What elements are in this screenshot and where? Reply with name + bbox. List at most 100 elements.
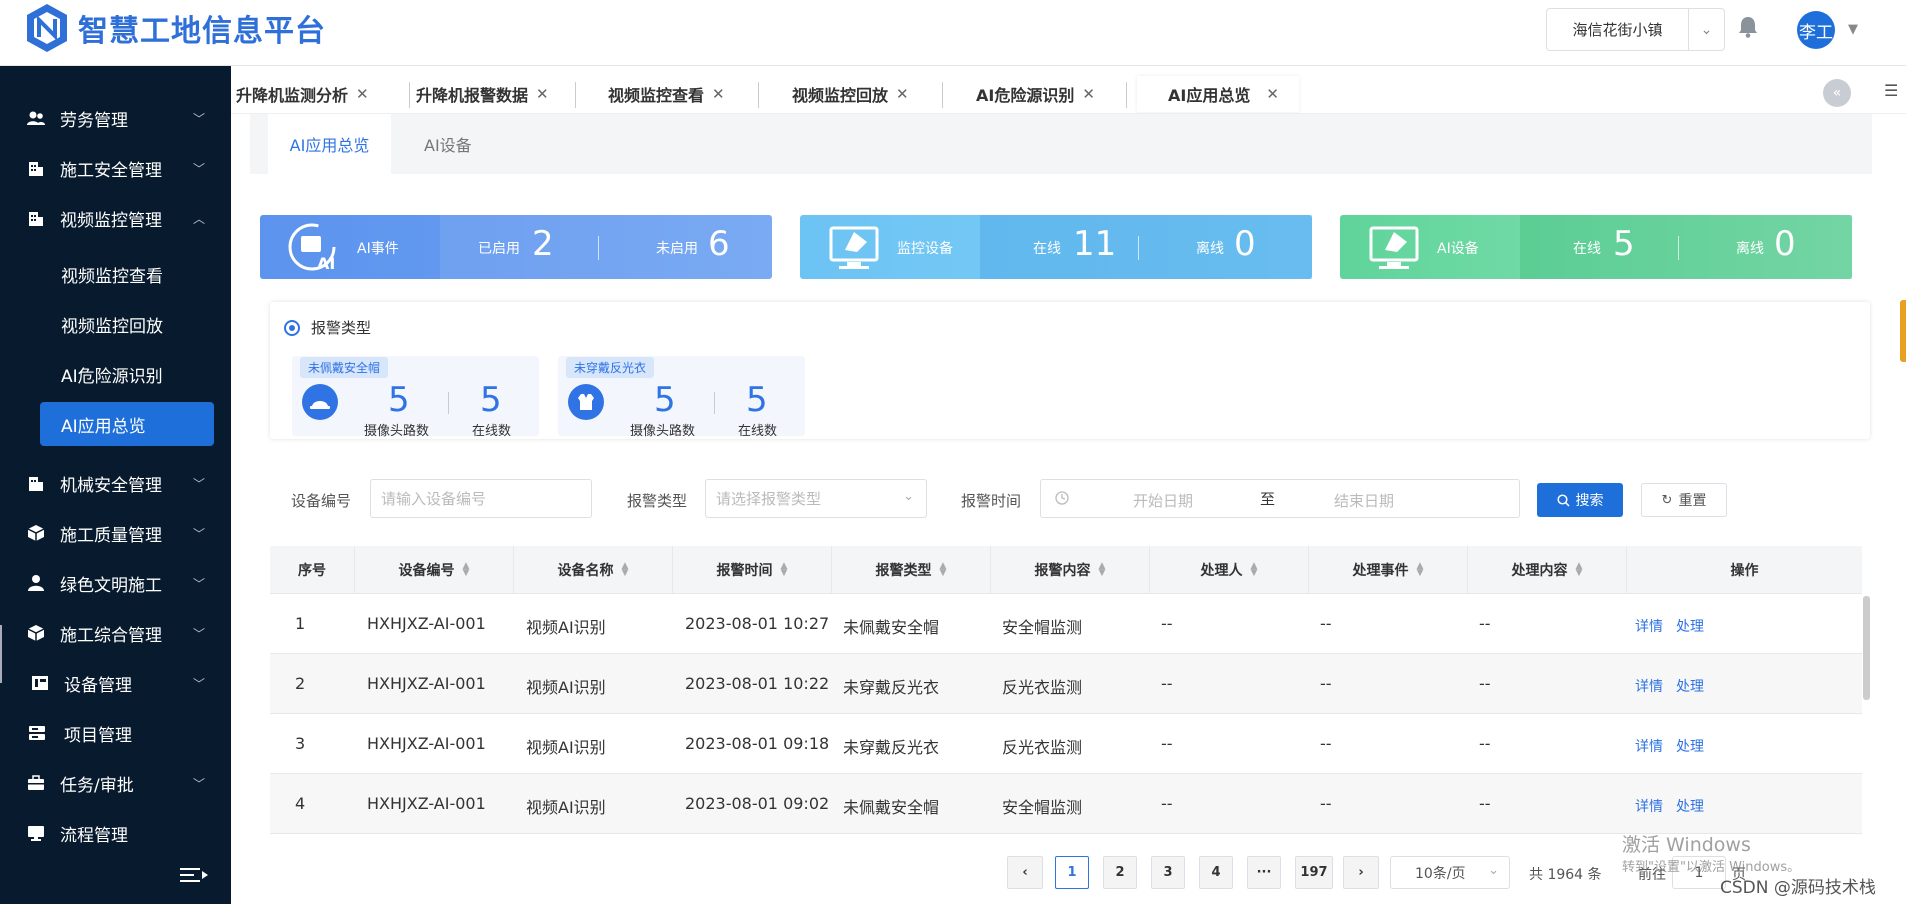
sort-icon[interactable]: ▲▼ xyxy=(622,563,629,577)
page-button-1[interactable]: 1 xyxy=(1055,856,1089,889)
tab-ai-hazard[interactable]: AI危险源识别✕ xyxy=(976,76,1095,112)
device-code-input[interactable]: 请输入设备编号 xyxy=(370,479,592,518)
sort-icon[interactable]: ▲▼ xyxy=(1251,563,1258,577)
column-header-event[interactable]: 处理事件▲▼ xyxy=(1309,546,1468,594)
project-select[interactable]: 海信花街小镇 ⌄ xyxy=(1546,8,1725,51)
card-label-online: 在线 xyxy=(1033,238,1061,258)
column-header-label: 报警内容 xyxy=(1035,560,1091,580)
alarm-card-vest[interactable]: 未穿戴反光衣 5 摄像头路数 5 在线数 xyxy=(558,356,805,436)
detail-link[interactable]: 详情 xyxy=(1635,736,1663,756)
sidebar-item-general[interactable]: 施工综合管理 ﹀ xyxy=(0,611,231,655)
handle-link[interactable]: 处理 xyxy=(1676,736,1704,756)
close-icon[interactable]: ✕ xyxy=(356,85,369,103)
menu-fold-icon[interactable] xyxy=(180,866,208,884)
page-button-4[interactable]: 4 xyxy=(1199,856,1233,889)
reset-button[interactable]: ↻ 重置 xyxy=(1641,483,1727,517)
sidebar-item-label: 施工综合管理 xyxy=(60,621,162,646)
server-icon xyxy=(28,724,46,742)
sidebar-subitem-ai-overview[interactable]: AI应用总览 xyxy=(40,402,214,446)
user-avatar[interactable]: 李工 xyxy=(1797,11,1835,49)
sidebar-item-quality[interactable]: 施工质量管理 ﹀ xyxy=(0,511,231,555)
user-menu-caret-icon[interactable]: ▼ xyxy=(1848,22,1858,37)
column-header-code[interactable]: 设备编号▲▼ xyxy=(355,546,514,594)
page-size-select[interactable]: 10条/页 ⌄ xyxy=(1390,856,1510,889)
sidebar-item-green[interactable]: 绿色文明施工 ﹀ xyxy=(0,561,231,605)
cell-type: 未佩戴安全帽 xyxy=(843,794,939,818)
close-icon[interactable]: ✕ xyxy=(712,85,725,103)
column-header-name[interactable]: 设备名称▲▼ xyxy=(514,546,673,594)
sidebar-item-labor[interactable]: 劳务管理 ﹀ xyxy=(0,96,231,140)
tab-hoist-alarm[interactable]: 升降机报警数据 ✕ xyxy=(416,76,549,112)
alarm-card-cameras-label: 摄像头路数 xyxy=(364,420,429,439)
sidebar-item-project[interactable]: 项目管理 xyxy=(0,711,231,755)
building-icon xyxy=(27,474,45,492)
refresh-icon: ↻ xyxy=(1662,493,1673,508)
detail-link[interactable]: 详情 xyxy=(1635,676,1663,696)
helmet-icon xyxy=(302,384,338,420)
close-icon[interactable]: ✕ xyxy=(536,85,549,103)
tabs-scroll-left-button[interactable]: « xyxy=(1823,79,1851,107)
close-icon[interactable]: ✕ xyxy=(896,85,909,103)
close-icon[interactable]: ✕ xyxy=(1266,85,1279,103)
column-header-handler[interactable]: 处理人▲▼ xyxy=(1150,546,1309,594)
sidebar-item-process[interactable]: 流程管理 xyxy=(0,811,231,855)
sort-icon[interactable]: ▲▼ xyxy=(1576,563,1583,577)
alarm-time-range[interactable]: 开始日期 至 结束日期 xyxy=(1040,479,1520,518)
detail-link[interactable]: 详情 xyxy=(1635,796,1663,816)
handle-link[interactable]: 处理 xyxy=(1676,676,1704,696)
sidebar-item-video[interactable]: 视频监控管理 ︿ xyxy=(0,196,231,240)
page-ellipsis-button[interactable]: ··· xyxy=(1247,856,1281,889)
more-menu-icon[interactable]: ☰ xyxy=(1884,81,1898,100)
tab-hoist-analysis[interactable]: 升降机监测分析✕ xyxy=(236,76,369,112)
column-header-type[interactable]: 报警类型▲▼ xyxy=(832,546,991,594)
page-button-2[interactable]: 2 xyxy=(1103,856,1137,889)
tab-label: 升降机报警数据 xyxy=(416,82,528,106)
prev-page-button[interactable]: ‹ xyxy=(1007,856,1043,889)
side-handle[interactable] xyxy=(1900,300,1906,362)
sidebar-subitem-label: 视频监控回放 xyxy=(61,312,163,337)
alarm-type-select[interactable]: 请选择报警类型 ⌄ xyxy=(705,479,927,518)
tab-video-view[interactable]: 视频监控查看✕ xyxy=(608,76,725,112)
subtab-ai-device[interactable]: AI设备 xyxy=(424,114,472,174)
handle-link[interactable]: 处理 xyxy=(1676,616,1704,636)
sort-icon[interactable]: ▲▼ xyxy=(940,563,947,577)
start-date-placeholder[interactable]: 开始日期 xyxy=(1133,490,1193,511)
handle-link[interactable]: 处理 xyxy=(1676,796,1704,816)
close-icon[interactable]: ✕ xyxy=(1082,85,1095,103)
card-value-offline: 0 xyxy=(1234,224,1256,264)
chevron-down-icon[interactable]: ⌄ xyxy=(1688,9,1724,50)
next-page-button[interactable]: › xyxy=(1343,856,1379,889)
cell-event: -- xyxy=(1320,674,1332,693)
sidebar-item-tasks[interactable]: 任务/审批 ﹀ xyxy=(0,761,231,805)
search-button[interactable]: 搜索 xyxy=(1537,483,1623,517)
page-button-last[interactable]: 197 xyxy=(1295,856,1333,889)
sidebar-item-device[interactable]: 设备管理 ﹀ xyxy=(0,661,231,705)
page-button-3[interactable]: 3 xyxy=(1151,856,1185,889)
sort-icon[interactable]: ▲▼ xyxy=(1417,563,1424,577)
table-scrollbar[interactable] xyxy=(1863,596,1870,700)
tab-divider xyxy=(942,82,943,108)
cell-no: 2 xyxy=(295,674,305,693)
tab-video-playback[interactable]: 视频监控回放✕ xyxy=(792,76,909,112)
cell-code: HXHJXZ-AI-001 xyxy=(367,674,486,693)
tab-ai-overview[interactable]: AI应用总览✕ xyxy=(1137,76,1299,112)
column-header-detail[interactable]: 处理内容▲▼ xyxy=(1468,546,1627,594)
subtab-ai-overview[interactable]: AI应用总览 xyxy=(268,114,391,174)
app-logo[interactable]: 智慧工地信息平台 xyxy=(24,2,326,54)
column-header-time[interactable]: 报警时间▲▼ xyxy=(673,546,832,594)
sidebar-subitem-video-view[interactable]: 视频监控查看 xyxy=(40,252,214,296)
sort-icon[interactable]: ▲▼ xyxy=(1099,563,1106,577)
sort-icon[interactable]: ▲▼ xyxy=(463,563,470,577)
end-date-placeholder[interactable]: 结束日期 xyxy=(1334,490,1394,511)
bell-icon[interactable] xyxy=(1738,16,1758,38)
range-separator: 至 xyxy=(1260,488,1275,509)
alarm-card-online-label: 在线数 xyxy=(472,420,511,439)
sidebar-item-machinery[interactable]: 机械安全管理 ﹀ xyxy=(0,461,231,505)
sidebar-subitem-ai-hazard[interactable]: AI危险源识别 xyxy=(40,352,214,396)
detail-link[interactable]: 详情 xyxy=(1635,616,1663,636)
sidebar-item-safety[interactable]: 施工安全管理 ﹀ xyxy=(0,146,231,190)
alarm-card-helmet[interactable]: 未佩戴安全帽 5 摄像头路数 5 在线数 xyxy=(292,356,539,436)
column-header-content[interactable]: 报警内容 ▲▼ xyxy=(991,546,1150,594)
sidebar-subitem-video-playback[interactable]: 视频监控回放 xyxy=(40,302,214,346)
sort-icon[interactable]: ▲▼ xyxy=(781,563,788,577)
